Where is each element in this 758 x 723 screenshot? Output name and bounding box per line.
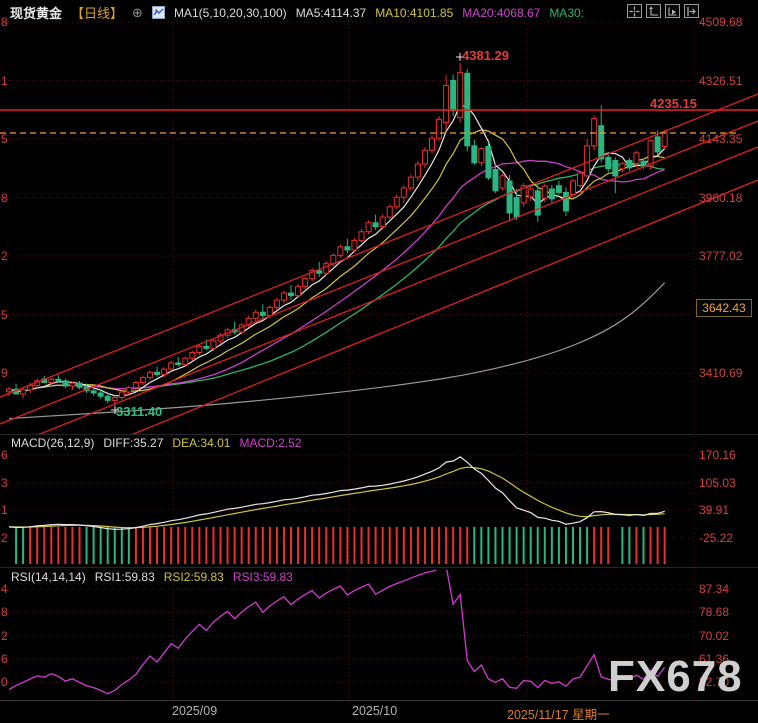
ma10-value: MA10:4101.85 [375,5,454,20]
y-axis-tick-label: 3777.02 [699,249,743,263]
macd-params-label[interactable]: MACD(26,12,9) [11,436,94,450]
y-axis-tick-label: 3960.18 [699,190,743,205]
x-axis-label-september: 2025/09 [172,704,218,718]
low-price-label: 3311.40 [116,404,163,419]
x-axis-label-october: 2025/10 [352,704,398,718]
y-axis-tick-label: 39.91 [699,503,730,517]
y-axis-tick-label: 4509.68 [699,15,743,29]
fx678-watermark: FX678 [608,652,743,701]
candlesticks [6,63,668,405]
y-axis-left-digit: 2 [1,628,8,643]
rsi-params-label[interactable]: RSI(14,14,14) [11,570,86,584]
y-axis-tick-label: 70.02 [699,628,730,643]
y-axis-left-digit: 2 [1,249,8,263]
y-axis-tick-label: 170.16 [699,448,736,462]
macd-header: MACD(26,12,9) DIFF:35.27 DEA:34.01 MACD:… [11,436,301,450]
macd-diff-value: DIFF:35.27 [103,436,164,450]
y-axis-left-digit: 6 [1,448,8,462]
y-axis-left-digit: 9 [1,366,8,380]
chart-toolbar [627,4,699,18]
rsi1-value: RSI1:59.83 [94,570,155,584]
y-axis-left-digit: 1 [1,503,8,517]
rsi2-value: RSI2:59.83 [163,570,224,584]
y-axis-tick-label: 4326.51 [699,73,743,88]
ma-settings-label[interactable]: MA1(5,10,20,30,100) [174,6,287,20]
chart-canvas[interactable] [0,0,758,723]
y-axis-left-digit: 5 [1,307,8,322]
chart-type-icon[interactable] [151,6,165,19]
y-axis-left-digit: 6 [1,651,8,666]
ma30-value: MA30: [549,5,584,20]
macd-panel [8,456,666,564]
y-axis-left-digit: 4 [1,582,8,596]
y-axis-left-digit: 8 [1,190,8,205]
add-indicator-icon[interactable]: ⊕ [132,6,143,19]
rsi3-value: RSI3:59.83 [232,570,293,584]
trend-lines[interactable] [0,93,758,476]
instrument-name: 现货黄金 [10,6,63,21]
y-axis-tick-label: 78.68 [699,605,730,620]
ma5-value: MA5:4114.37 [295,5,367,20]
y-axis-tick-label: 3410.69 [699,366,743,380]
price-alert-tag[interactable]: 3642.43 [696,299,752,317]
crosshair-icon[interactable] [627,4,642,18]
y-axis-left-digit: 0 [1,675,8,689]
y-axis-left-digit: 8 [1,15,8,29]
gridlines [0,21,695,700]
rsi-panel [8,570,666,695]
resistance-price-label: 4235.15 [650,96,697,111]
chart-header: 现货黄金 【日线】 ⊕ MA1(5,10,20,30,100) MA5:4114… [10,3,584,22]
axis-scale-right-icon[interactable] [665,4,680,18]
high-price-label: 4381.29 [462,48,509,63]
y-axis-left-digit: 5 [1,132,8,146]
x-axis-current-date: 2025/11/17 星期一 [507,708,610,722]
chart-window: 现货黄金 【日线】 ⊕ MA1(5,10,20,30,100) MA5:4114… [0,0,758,723]
y-axis-tick-label: 105.03 [699,475,736,490]
y-axis-left-digit: 2 [1,530,8,545]
ma20-value: MA20:4068.67 [462,5,541,20]
pan-right-icon[interactable] [684,4,699,18]
macd-value: MACD:2.52 [239,436,302,450]
y-axis-left-digit: 1 [1,73,8,88]
period-label[interactable]: 【日线】 [71,3,123,22]
y-axis-left-digit: 3 [1,475,8,490]
y-axis-tick-label: 87.34 [699,582,730,596]
y-axis-tick-label: 4143.35 [699,132,743,146]
y-axis-left-digit: 8 [1,605,8,620]
axis-scale-left-icon[interactable] [646,4,661,18]
macd-dea-value: DEA:34.01 [172,436,231,450]
rsi-header: RSI(14,14,14) RSI1:59.83 RSI2:59.83 RSI3… [11,570,293,584]
y-axis-tick-label: -25.22 [699,530,734,545]
